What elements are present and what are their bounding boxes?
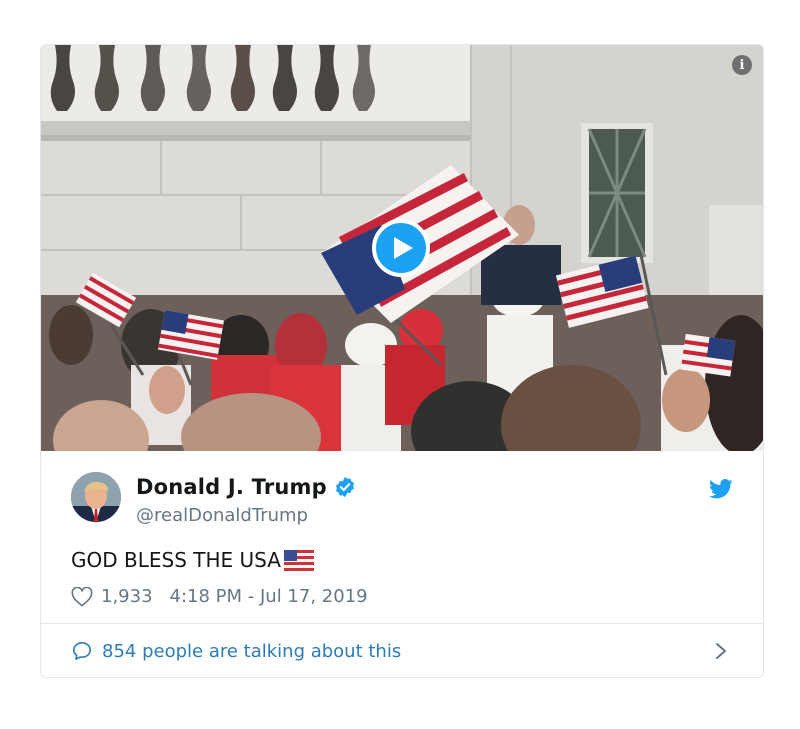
twitter-bird-icon[interactable] xyxy=(709,479,733,499)
speech-bubble-icon xyxy=(73,642,91,660)
tweet-timestamp[interactable]: 4:18 PM - Jul 17, 2019 xyxy=(170,586,368,607)
author-name-row[interactable]: Donald J. Trump xyxy=(136,475,356,499)
us-flag-emoji-icon xyxy=(283,549,314,571)
tweet-text: GOD BLESS THE USA xyxy=(71,548,314,572)
heart-icon[interactable] xyxy=(71,586,93,607)
tweet-text-content: GOD BLESS THE USA xyxy=(71,548,281,572)
avatar[interactable] xyxy=(71,472,121,522)
user-handle[interactable]: @realDonaldTrump xyxy=(136,505,308,526)
profile-photo xyxy=(71,472,121,522)
display-name[interactable]: Donald J. Trump xyxy=(136,475,327,499)
like-count[interactable]: 1,933 xyxy=(101,586,153,607)
play-button[interactable] xyxy=(372,219,430,277)
talking-count-link[interactable]: 854 people are talking about this xyxy=(102,641,401,662)
conversation-link[interactable]: 854 people are talking about this xyxy=(41,623,763,677)
info-icon[interactable]: i xyxy=(732,55,752,75)
play-icon xyxy=(394,237,413,259)
embedded-tweet-card: i Donald J. Trump @realDonaldTrump GOD B… xyxy=(40,44,764,678)
tweet-body: Donald J. Trump @realDonaldTrump GOD BLE… xyxy=(41,451,763,623)
chevron-right-icon[interactable] xyxy=(715,642,727,660)
tweet-meta: 1,933 4:18 PM - Jul 17, 2019 xyxy=(71,586,368,607)
video-thumbnail[interactable]: i xyxy=(41,45,763,451)
verified-badge-icon xyxy=(335,476,354,498)
